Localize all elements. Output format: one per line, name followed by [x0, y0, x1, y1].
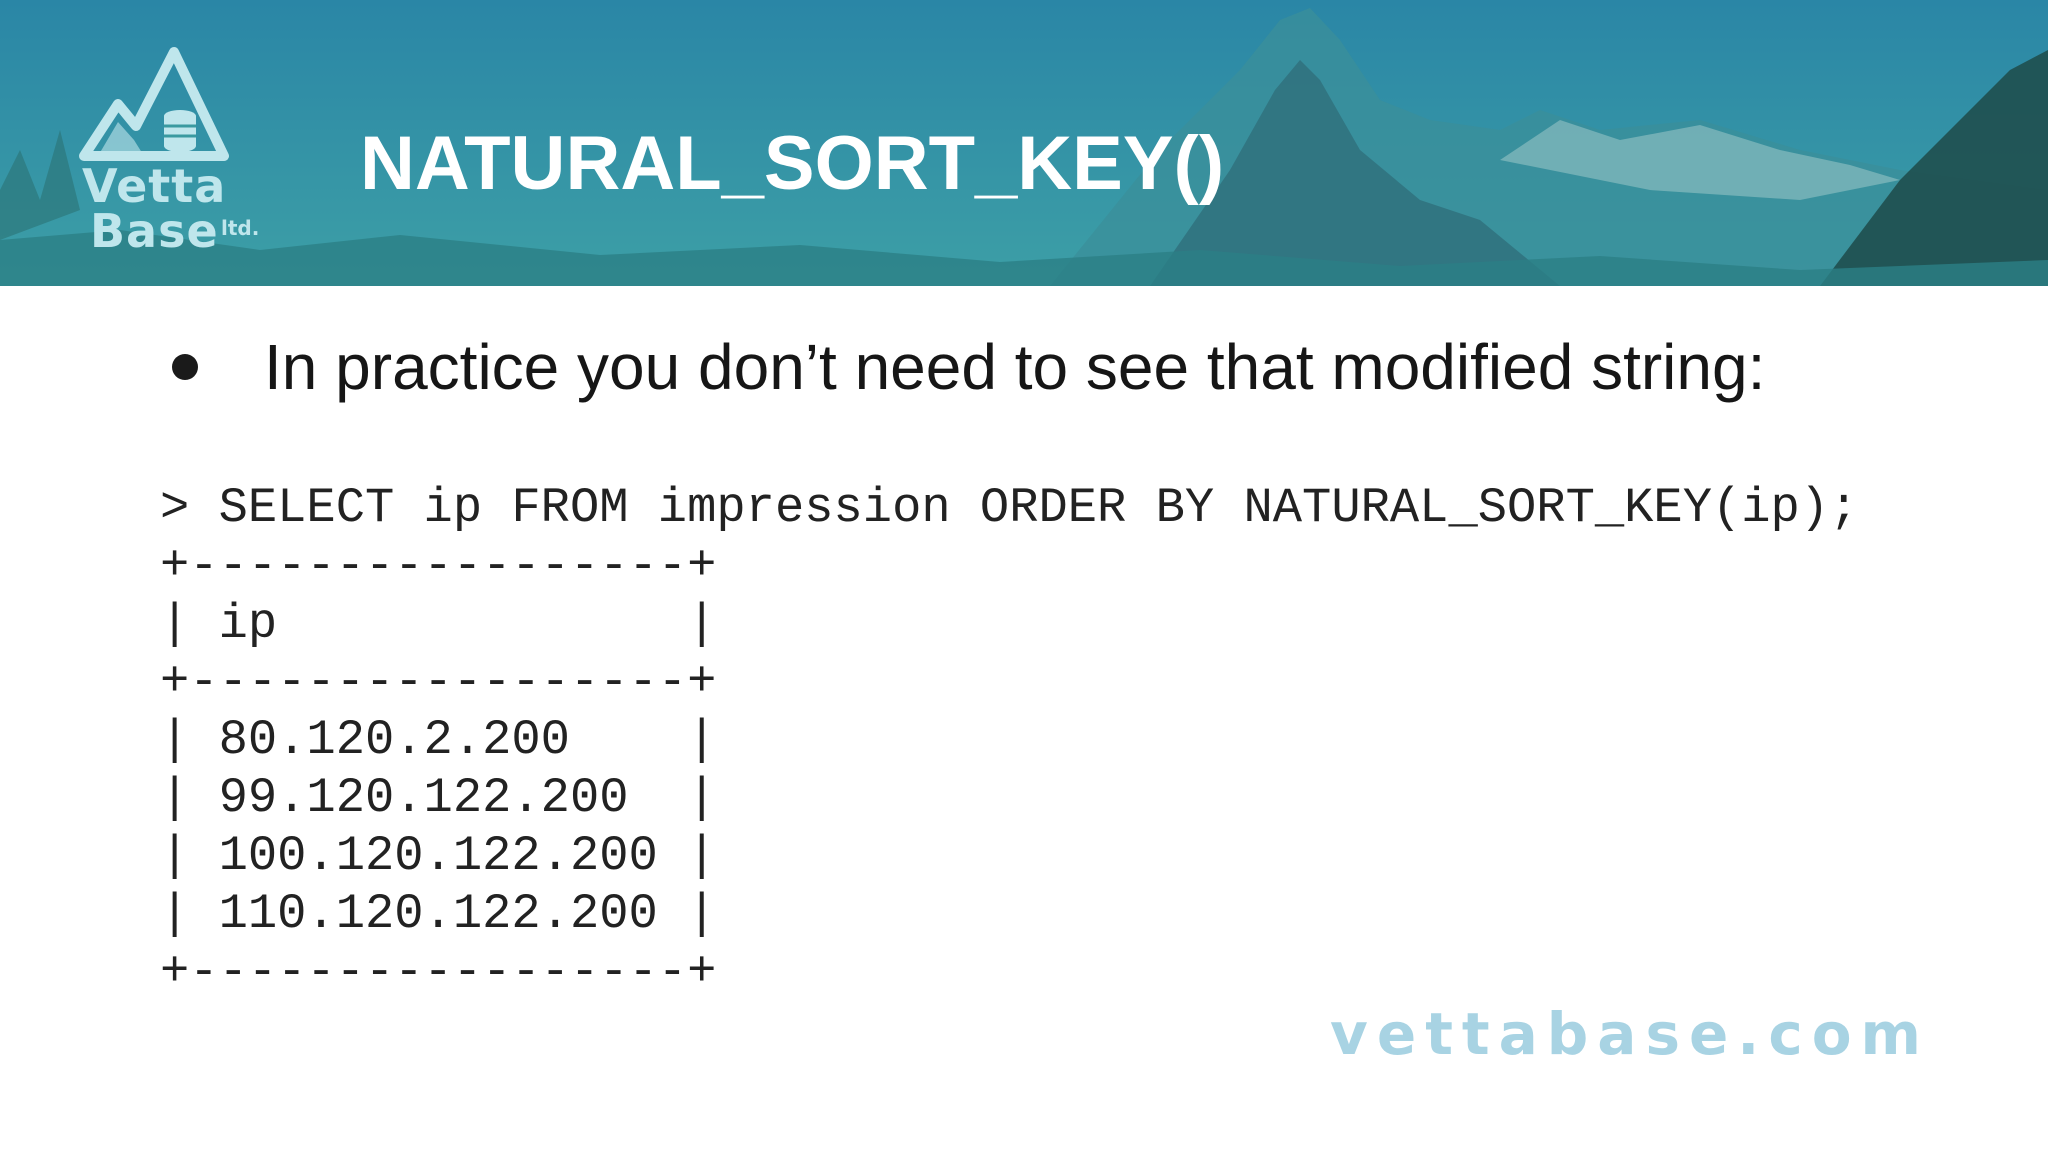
logo-text-base: Base [90, 204, 219, 258]
code-line-row: | 80.120.2.200 | [160, 712, 717, 768]
header-banner: Vetta Base ltd. NATURAL_SORT_KEY() [0, 0, 2048, 286]
bullet-item: In practice you don’t need to see that m… [172, 330, 1765, 404]
bullet-text: In practice you don’t need to see that m… [264, 331, 1766, 403]
footer-url: vettabase.com [1330, 1000, 1930, 1068]
logo-text-ltd: ltd. [221, 216, 260, 240]
code-line-border: +-----------------+ [160, 538, 717, 594]
code-line-row: | 99.120.122.200 | [160, 770, 717, 826]
code-line-row: | 100.120.122.200 | [160, 828, 717, 884]
code-line-header: | ip | [160, 596, 717, 652]
code-line-row: | 110.120.122.200 | [160, 886, 717, 942]
bullet-dot-icon [172, 354, 198, 380]
code-line-border: +-----------------+ [160, 654, 717, 710]
code-line-border: +-----------------+ [160, 944, 717, 1000]
mountain-database-icon [79, 47, 229, 161]
sql-code-block: > SELECT ip FROM impression ORDER BY NAT… [160, 479, 1858, 1001]
code-line-query: > SELECT ip FROM impression ORDER BY NAT… [160, 480, 1859, 536]
vettabase-logo: Vetta Base ltd. [78, 44, 278, 258]
slide-title: NATURAL_SORT_KEY() [360, 121, 1225, 206]
